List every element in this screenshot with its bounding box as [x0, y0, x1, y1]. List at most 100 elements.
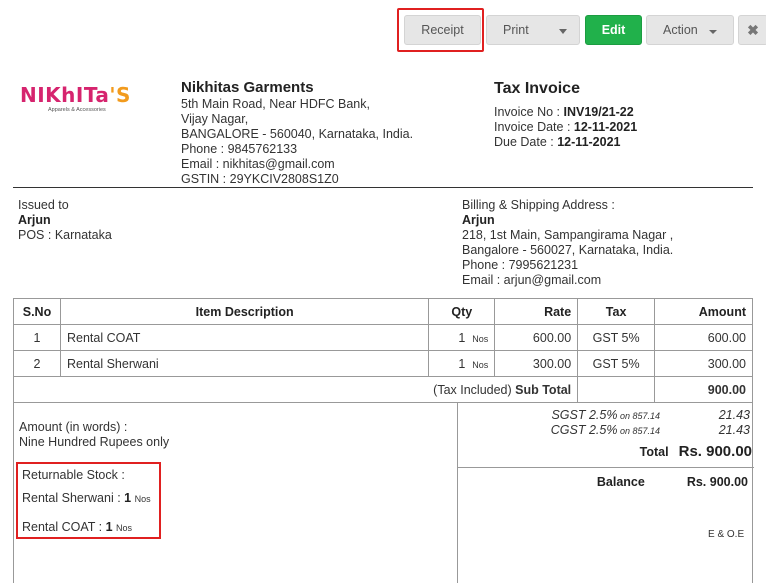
row-qty-value: 1	[458, 356, 466, 371]
cgst-row: CGST 2.5% on 857.14 21.43	[460, 423, 750, 438]
cgst-value: 21.43	[718, 423, 750, 437]
row-qty-unit: Nos	[472, 333, 489, 344]
invoice-number-value: INV19/21-22	[563, 105, 634, 119]
billing-email: Email : arjun@gmail.com	[462, 273, 602, 287]
row-qty: 1 Nos	[428, 350, 496, 377]
returnable-stock-box: Returnable Stock : Rental Sherwani : 1 N…	[16, 462, 161, 539]
footer-divider-vertical	[457, 403, 458, 583]
billing-phone: Phone : 7995621231	[462, 258, 579, 272]
row-sno: 1	[13, 324, 61, 351]
print-button[interactable]: Print	[486, 15, 580, 45]
sgst-label: SGST 2.5% on 857.14	[472, 408, 660, 423]
company-phone: Phone : 9845762133	[181, 142, 298, 156]
billing-line1: 218, 1st Main, Sampangirama Nagar ,	[462, 228, 674, 242]
balance-label: Balance	[596, 475, 645, 489]
cgst-base: on 857.14	[617, 426, 660, 436]
stock-item-unit: Nos	[134, 494, 151, 504]
cgst-label: CGST 2.5% on 857.14	[472, 423, 660, 438]
receipt-button[interactable]: Receipt	[404, 15, 481, 45]
row-amount: 600.00	[654, 324, 753, 351]
logo-text-suffix: 'S	[109, 83, 131, 107]
balance-row: Balance Rs. 900.00	[460, 475, 748, 489]
subtotal-row: (Tax Included) Sub Total 900.00	[12, 376, 753, 403]
row-amount: 300.00	[654, 350, 753, 377]
row-rate: 600.00	[494, 324, 579, 351]
invoice-date: Invoice Date : 12-11-2021	[494, 120, 637, 135]
row-rate: 300.00	[494, 350, 579, 377]
invoice-date-label: Invoice Date :	[494, 120, 574, 134]
billing-name: Arjun	[462, 213, 495, 227]
table-row: 2 Rental Sherwani 1 Nos 300.00 GST 5% 30…	[13, 350, 753, 377]
invoice-info: Tax Invoice Invoice No : INV19/21-22 Inv…	[494, 79, 637, 150]
header-tax: Tax	[577, 298, 656, 325]
subtotal-prefix: (Tax Included)	[433, 382, 516, 397]
amount-in-words: Amount (in words) : Nine Hundred Rupees …	[19, 420, 169, 450]
billing-line2: Bangalore - 560027, Karnataka, India.	[462, 243, 674, 257]
row-description: Rental COAT	[59, 324, 430, 351]
close-icon: ✖	[747, 21, 759, 38]
issued-to-pos: POS : Karnataka	[18, 228, 112, 242]
total-row: Total Rs. 900.00	[460, 443, 752, 460]
row-qty-unit: Nos	[472, 359, 489, 370]
action-button[interactable]: Action	[646, 15, 734, 45]
issued-to: Issued to Arjun POS : Karnataka	[18, 198, 112, 243]
subtotal-value: 900.00	[654, 376, 753, 403]
sgst-base: on 857.14	[617, 411, 660, 421]
company-address-line3: BANGALORE - 560040, Karnataka, India.	[181, 127, 414, 141]
close-button[interactable]: ✖	[738, 15, 766, 45]
issued-to-label: Issued to	[18, 198, 69, 212]
due-date-label: Due Date :	[494, 135, 558, 149]
receipt-button-label: Receipt	[421, 23, 464, 37]
row-description: Rental Sherwani	[59, 350, 430, 377]
company-email: Email : nikhitas@gmail.com	[181, 157, 335, 171]
company-address-line1: 5th Main Road, Near HDFC Bank,	[181, 97, 370, 111]
amount-in-words-value: Nine Hundred Rupees only	[19, 435, 170, 449]
total-label: Total	[639, 445, 669, 459]
row-sno: 2	[13, 350, 61, 377]
invoice-date-value: 12-11-2021	[573, 120, 638, 134]
billing-label: Billing & Shipping Address :	[462, 198, 615, 212]
billing-address: Billing & Shipping Address : Arjun 218, …	[462, 198, 673, 288]
row-qty: 1 Nos	[428, 324, 496, 351]
chevron-down-icon	[709, 30, 717, 34]
company-name: Nikhitas Garments	[181, 79, 314, 96]
total-value: Rs. 900.00	[678, 443, 752, 460]
header-divider	[13, 187, 753, 188]
edit-button-label: Edit	[601, 23, 626, 37]
row-tax: GST 5%	[577, 324, 656, 351]
issued-to-name: Arjun	[18, 213, 51, 227]
header-description: Item Description	[59, 298, 430, 325]
header-amount: Amount	[654, 298, 753, 325]
sgst-value: 21.43	[718, 408, 750, 422]
header-rate: Rate	[494, 298, 579, 325]
due-date: Due Date : 12-11-2021	[494, 135, 637, 150]
stock-item-name: Rental Sherwani :	[22, 491, 125, 505]
company-address-line2: Vijay Nagar,	[181, 112, 249, 126]
footer-divider-horizontal	[457, 467, 754, 468]
sgst-row: SGST 2.5% on 857.14 21.43	[460, 408, 750, 423]
invoice-footer: Amount (in words) : Nine Hundred Rupees …	[13, 403, 754, 583]
stock-item-qty: 1	[124, 491, 132, 505]
sgst-label-text: SGST 2.5%	[551, 408, 618, 422]
invoice-title: Tax Invoice	[494, 80, 580, 97]
print-button-label: Print	[503, 23, 529, 37]
returnable-stock-title: Returnable Stock :	[22, 468, 125, 482]
subtotal-label-text: Sub Total	[515, 382, 572, 397]
table-header-row: S.No Item Description Qty Rate Tax Amoun…	[13, 298, 753, 325]
logo-tagline: Apparels & Accessories	[48, 107, 106, 113]
returnable-stock-item: Rental COAT : 1 Nos	[22, 513, 155, 542]
stock-item-unit: Nos	[116, 523, 133, 533]
logo-text: NIKhITa	[20, 83, 110, 107]
edit-button[interactable]: Edit	[585, 15, 642, 45]
items-table: S.No Item Description Qty Rate Tax Amoun…	[12, 298, 753, 403]
amount-in-words-label: Amount (in words) :	[19, 420, 128, 434]
due-date-value: 12-11-2021	[557, 135, 621, 149]
company-gstin: GSTIN : 29YKCIV2808S1Z0	[181, 172, 339, 186]
subtotal-empty-cell	[577, 376, 656, 403]
invoice-number: Invoice No : INV19/21-22	[494, 105, 637, 120]
errors-omissions-note: E & O.E	[708, 529, 745, 540]
row-qty-value: 1	[458, 330, 466, 345]
invoice-toolbar: Receipt Print Edit Action ✖	[0, 8, 766, 52]
tax-breakdown: SGST 2.5% on 857.14 21.43 CGST 2.5% on 8…	[460, 408, 750, 438]
stock-item-name: Rental COAT :	[22, 520, 106, 534]
